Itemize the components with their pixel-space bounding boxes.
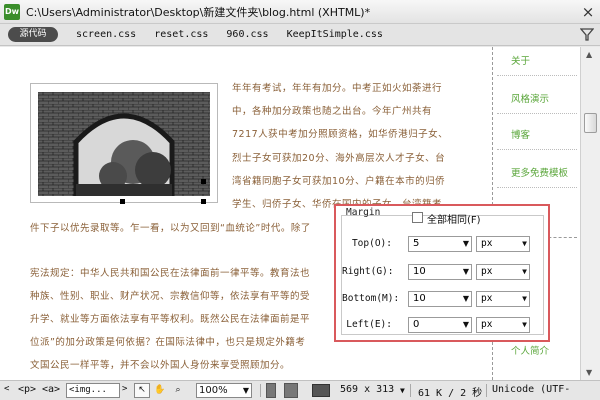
- chevron-down-icon[interactable]: ▼: [522, 265, 527, 279]
- window-title: C:\Users\Administrator\Desktop\新建文件夹\blo…: [26, 5, 371, 19]
- zoom-value: 100%: [199, 385, 228, 396]
- paragraph-line: 7217人获中考加分照顾资格，如华侨港归子女、: [232, 129, 449, 140]
- paragraph-line: 宪法规定：中华人民共和国公民在法律面前一律平等。教育法也: [30, 268, 311, 279]
- related-files-bar: 源代码 screen.css reset.css 960.css KeepItS…: [0, 24, 600, 46]
- nav-item-more-templates[interactable]: 更多免费模板: [511, 165, 568, 179]
- chevron-left-icon[interactable]: <: [4, 384, 9, 394]
- paragraph-line: 文国公民一样平等，并不会以外国人身份来享受照顾加分。: [30, 360, 291, 371]
- resize-handle[interactable]: [201, 179, 206, 184]
- chevron-down-icon[interactable]: ▼: [400, 386, 405, 395]
- divider: [260, 384, 261, 397]
- margin-right-unit-select[interactable]: px ▼: [476, 264, 530, 280]
- related-file-960-css[interactable]: 960.css: [226, 29, 268, 40]
- chevron-down-icon[interactable]: ▼: [243, 384, 249, 397]
- tag-a[interactable]: <a>: [42, 384, 60, 395]
- desktop-size-icon[interactable]: [312, 384, 330, 397]
- margin-bottom-label: Bottom(M):: [342, 293, 400, 304]
- chevron-down-icon[interactable]: ▼: [463, 318, 469, 332]
- vertical-scrollbar[interactable]: ▲ ▼: [580, 47, 600, 380]
- paragraph-line: 件下子以优先录取等。乍一看，以为又回到“血统论”时代。除了: [30, 223, 311, 234]
- margin-left-value: 0: [413, 319, 420, 330]
- window-dimensions[interactable]: 569 x 313: [340, 384, 394, 395]
- nav-divider: [497, 149, 577, 150]
- filter-icon[interactable]: [580, 27, 594, 42]
- source-code-tab[interactable]: 源代码: [8, 27, 58, 42]
- margin-bottom-value: 10: [413, 293, 426, 304]
- scroll-up-icon[interactable]: ▲: [586, 50, 592, 59]
- margin-bottom-input[interactable]: 10 ▼: [408, 291, 472, 307]
- chevron-down-icon[interactable]: ▼: [463, 292, 469, 306]
- divider: [410, 384, 411, 397]
- paragraph-line: 烈士子女可获加20分、海外高层次人才子女、台: [232, 153, 446, 164]
- chevron-down-icon[interactable]: ▼: [522, 292, 527, 306]
- margin-right-value: 10: [413, 266, 426, 277]
- same-for-all-checkbox[interactable]: [412, 212, 423, 223]
- related-file-screen-css[interactable]: screen.css: [76, 29, 136, 40]
- margin-right-label: Right(G):: [342, 266, 394, 277]
- tag-p[interactable]: <p>: [18, 384, 36, 395]
- chevron-down-icon[interactable]: ▼: [522, 318, 527, 332]
- paragraph-line: 位派”的加分政策是何依据？在国际法律中，也只是规定外籍考: [30, 337, 306, 348]
- resize-handle[interactable]: [120, 199, 125, 204]
- nav-item-profile[interactable]: 个人简介: [511, 343, 549, 357]
- file-size-download-time: 61 K / 2 秒: [418, 388, 483, 399]
- margin-bottom-unit-select[interactable]: px ▼: [476, 291, 530, 307]
- chevron-down-icon[interactable]: ▼: [463, 237, 469, 251]
- chevron-right-icon[interactable]: >: [122, 384, 127, 394]
- margin-top-label: Top(O):: [351, 238, 392, 249]
- margin-left-label: Left(E):: [346, 319, 392, 330]
- margin-panel-title: Margin: [346, 207, 381, 218]
- encoding-label: Unicode (UTF-: [492, 384, 571, 395]
- tablet-size-icon[interactable]: [284, 383, 298, 398]
- nav-item-about[interactable]: 关于: [511, 53, 530, 67]
- margin-left-unit-select[interactable]: px ▼: [476, 317, 530, 333]
- scrollbar-thumb[interactable]: [584, 113, 597, 133]
- image-frame[interactable]: [30, 83, 218, 204]
- nav-item-blog[interactable]: 博客: [511, 127, 530, 141]
- mobile-size-icon[interactable]: [266, 383, 276, 398]
- chevron-down-icon[interactable]: ▼: [463, 265, 469, 279]
- dreamweaver-logo-icon: Dw: [4, 3, 20, 20]
- nav-divider: [497, 113, 577, 114]
- margin-bottom-unit: px: [481, 293, 493, 304]
- paragraph-line: 种族、性别、职业、财产状况、宗教信仰等，依法享有平等的受: [30, 291, 311, 302]
- zoom-select[interactable]: 100% ▼: [196, 383, 252, 398]
- margin-top-value: 5: [413, 238, 420, 249]
- related-file-keepitsimple-css[interactable]: KeepItSimple.css: [287, 29, 383, 40]
- paragraph-line: 中，各种加分政策也随之出台。今年广州共有: [232, 106, 433, 117]
- hand-tool-icon[interactable]: ✋: [152, 383, 168, 398]
- chevron-down-icon[interactable]: ▼: [522, 237, 527, 251]
- same-for-all-label: 全部相同(F): [427, 215, 481, 226]
- nav-divider: [497, 187, 577, 188]
- margin-left-unit: px: [481, 319, 493, 330]
- select-tool-icon[interactable]: ↖: [134, 383, 150, 398]
- margin-right-unit: px: [481, 266, 493, 277]
- tag-img[interactable]: <img...: [66, 383, 120, 398]
- nav-item-style-demo[interactable]: 风格演示: [511, 91, 549, 105]
- title-bar: Dw C:\Users\Administrator\Desktop\新建文件夹\…: [0, 0, 600, 24]
- nav-divider: [497, 75, 577, 76]
- margin-top-unit: px: [481, 238, 493, 249]
- margin-top-input[interactable]: 5 ▼: [408, 236, 472, 252]
- paragraph-line: 湾省籍同胞子女可获加10分、户籍在本市的归侨: [232, 176, 446, 187]
- status-bar: < <p> <a> <img... > ↖ ✋ ⌕ 100% ▼ 569 x 31…: [0, 380, 600, 400]
- margin-left-input[interactable]: 0 ▼: [408, 317, 472, 333]
- paragraph-line: 升学、就业等方面依法享有平等权利。既然公民在法律面前是平: [30, 314, 311, 325]
- zoom-tool-icon[interactable]: ⌕: [170, 383, 186, 398]
- scroll-down-icon[interactable]: ▼: [586, 368, 592, 377]
- resize-handle[interactable]: [201, 199, 206, 204]
- close-button[interactable]: ×: [579, 3, 597, 21]
- related-file-reset-css[interactable]: reset.css: [154, 29, 208, 40]
- divider: [486, 384, 487, 397]
- margin-panel: Margin 全部相同(F) Top(O): 5 ▼ px ▼ Right(G): …: [334, 204, 550, 342]
- margin-top-unit-select[interactable]: px ▼: [476, 236, 530, 252]
- paragraph-line: 年年有考试，年年有加分。中考正如火如荼进行: [232, 83, 443, 94]
- arch-photo-icon: [38, 92, 210, 196]
- margin-right-input[interactable]: 10 ▼: [408, 264, 472, 280]
